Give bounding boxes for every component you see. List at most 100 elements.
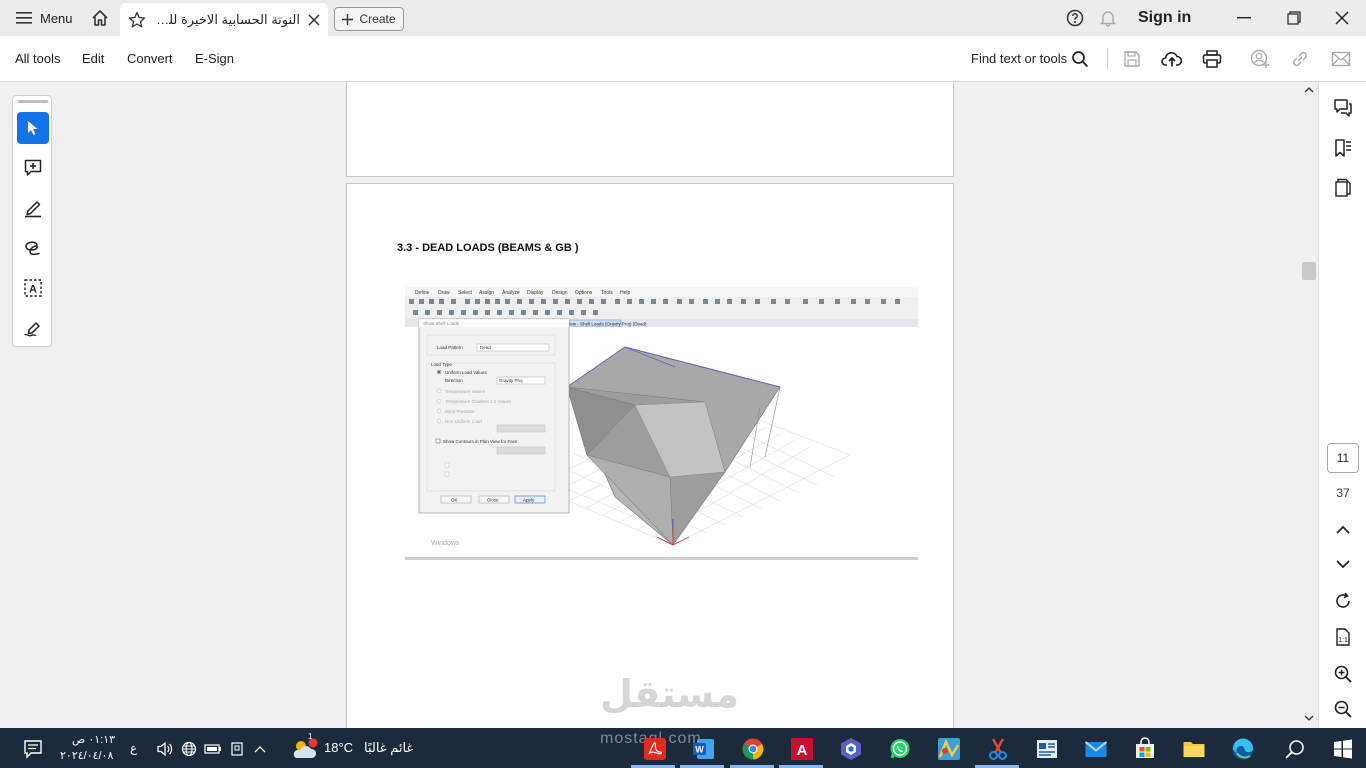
weather-cloud-icon[interactable] [288, 736, 322, 762]
file-explorer-icon[interactable] [1181, 736, 1207, 762]
document-view[interactable]: 3.3 - DEAD LOADS (BEAMS & GB ) Define Dr… [0, 82, 1318, 728]
title-bar: Menu النوتة الحسابية الاخيرة للخيمة... C… [0, 0, 1366, 36]
fig-direction-value: Gravity Proj [499, 378, 523, 383]
signature-pen-icon [23, 318, 43, 338]
minimize-icon [1237, 17, 1251, 19]
zoom-out-icon[interactable] [1331, 697, 1355, 721]
quick-tools-panel: A [12, 95, 52, 347]
edge-app-icon[interactable] [1230, 736, 1256, 762]
total-pages: 37 [1336, 486, 1350, 500]
paint-app-icon[interactable] [936, 736, 962, 762]
next-page-icon[interactable] [1331, 552, 1355, 576]
close-tab-icon[interactable] [308, 13, 320, 26]
chrome-app-icon[interactable] [740, 736, 766, 762]
search-taskbar-icon[interactable] [1282, 736, 1308, 762]
windows-start-icon[interactable] [1330, 736, 1356, 762]
action-center-icon[interactable] [20, 736, 46, 762]
acrobat-app-icon[interactable] [642, 736, 668, 762]
fit-page-icon[interactable]: 1:1 [1331, 625, 1355, 649]
fig-ok-button: OK [451, 498, 458, 503]
search-icon[interactable] [1069, 48, 1091, 70]
clock-date[interactable]: ٢٠٢٤/٠٤/٠٨ [60, 749, 113, 762]
fig-dialog-title: Show Shell Loads [423, 321, 460, 326]
input-language[interactable]: ع [130, 741, 137, 755]
edit-menu[interactable]: Edit [82, 51, 104, 66]
text-box-icon: A [23, 278, 43, 298]
text-box-tool[interactable]: A [17, 272, 49, 304]
create-label: Create [359, 12, 396, 26]
word-app-icon[interactable]: W [691, 736, 717, 762]
battery-icon[interactable] [200, 736, 226, 762]
star-icon[interactable] [128, 11, 146, 29]
home-button[interactable] [86, 4, 114, 32]
current-page-input[interactable]: 11 [1327, 443, 1359, 473]
fig-menu-select: Select [458, 290, 473, 296]
email-icon[interactable] [1330, 48, 1352, 70]
main-toolbar: All tools Edit Convert E-Sign Find text … [0, 36, 1366, 82]
convert-menu[interactable]: Convert [127, 51, 173, 66]
weather-description[interactable]: غائم غالبًا [364, 740, 413, 756]
sketchup-app-icon[interactable] [838, 736, 864, 762]
zoom-in-icon[interactable] [1331, 662, 1355, 686]
autocad-app-icon[interactable]: A [789, 736, 815, 762]
fig-menu-help: Help [620, 290, 631, 296]
snipping-tool-icon[interactable] [985, 736, 1011, 762]
comments-icon[interactable] [1331, 96, 1355, 120]
esign-menu[interactable]: E-Sign [195, 51, 234, 66]
show-hidden-icons-icon[interactable] [247, 736, 273, 762]
pages-icon[interactable] [1331, 176, 1355, 200]
select-tool[interactable] [17, 112, 49, 144]
add-comment-tool[interactable] [17, 152, 49, 184]
all-tools-menu[interactable]: All tools [15, 51, 61, 66]
save-icon[interactable] [1121, 48, 1143, 70]
fig-contours-label: Show Contours in Plan View for Face [443, 439, 518, 444]
network-globe-icon[interactable] [176, 736, 202, 762]
scroll-thumb[interactable] [1302, 262, 1316, 280]
whatsapp-app-icon[interactable] [887, 736, 913, 762]
bell-icon[interactable] [1099, 9, 1117, 27]
svg-text:1:1: 1:1 [1338, 637, 1348, 644]
sign-tool[interactable] [17, 312, 49, 344]
print-icon[interactable] [1201, 48, 1223, 70]
fig-direction-label: Direction [445, 378, 463, 383]
store-app-icon[interactable] [1132, 736, 1158, 762]
link-icon[interactable] [1289, 48, 1311, 70]
vertical-scrollbar[interactable] [1300, 82, 1318, 728]
clock-time[interactable]: ٠١:١٣ ص [72, 733, 115, 746]
restore-button[interactable] [1280, 6, 1308, 30]
find-text-tools[interactable]: Find text or tools [971, 51, 1067, 66]
tab-title: النوتة الحسابية الاخيرة للخيمة... [154, 11, 300, 27]
menu-button[interactable]: Menu [8, 4, 81, 32]
close-icon [1335, 11, 1349, 25]
draw-tool[interactable] [17, 232, 49, 264]
cloud-upload-icon[interactable] [1161, 48, 1183, 70]
mail-app-icon[interactable] [1083, 736, 1109, 762]
home-icon [91, 9, 109, 27]
highlight-tool[interactable] [17, 192, 49, 224]
sign-in-button[interactable]: Sign in [1138, 9, 1191, 27]
rotate-icon[interactable] [1331, 589, 1355, 613]
news-app-icon[interactable] [1034, 736, 1060, 762]
close-window-button[interactable] [1328, 6, 1356, 30]
fig-view-tab: 3-D View - Shell Loads (Gravity Proj) (D… [558, 322, 647, 327]
create-button[interactable]: Create [334, 7, 404, 31]
fig-close-button: Close [487, 498, 499, 503]
comment-plus-icon [23, 158, 43, 178]
fig-menu-draw: Draw [438, 290, 450, 296]
share-user-icon[interactable] [1249, 48, 1271, 70]
panel-grip[interactable] [18, 100, 48, 103]
scroll-down-icon[interactable] [1304, 715, 1314, 722]
weather-temperature[interactable]: 18°C [324, 740, 353, 755]
volume-icon[interactable] [152, 736, 178, 762]
document-tab[interactable]: النوتة الحسابية الاخيرة للخيمة... [120, 3, 328, 36]
scroll-up-icon[interactable] [1304, 86, 1314, 93]
weather-badge: 1 [308, 732, 313, 741]
etabs-screenshot-figure: Define Draw Select Assign Analyze Displa… [405, 287, 918, 560]
minimize-button[interactable] [1230, 6, 1258, 30]
cursor-arrow-icon [26, 120, 40, 136]
bookmarks-icon[interactable] [1331, 136, 1355, 160]
previous-page-icon[interactable] [1331, 518, 1355, 542]
help-icon[interactable] [1066, 9, 1084, 27]
svg-text:W: W [695, 745, 704, 755]
plus-icon [342, 13, 354, 25]
